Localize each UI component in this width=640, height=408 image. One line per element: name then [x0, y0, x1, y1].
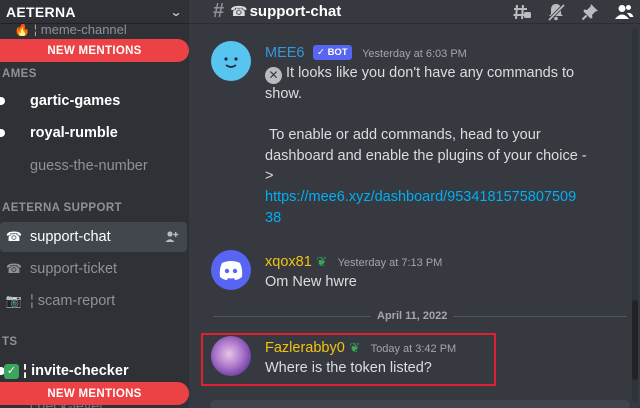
telephone-icon: ☎: [5, 229, 23, 244]
category-games[interactable]: AMES: [0, 68, 37, 80]
message-line: To enable or add commands, head to your: [269, 126, 541, 143]
message-input[interactable]: [210, 400, 630, 408]
pin-icon[interactable]: [580, 2, 600, 22]
mee6-face-icon: [224, 57, 238, 68]
telephone-icon: ☎: [5, 261, 23, 276]
bot-badge-label: BOT: [327, 47, 348, 58]
channel-title: support-chat: [249, 3, 342, 20]
channel-support-chat[interactable]: ☎ support-chat: [0, 222, 187, 252]
channel-label: support-chat: [30, 229, 111, 245]
chevron-down-icon[interactable]: ⌄: [169, 5, 182, 19]
channel-gartic-games[interactable]: gartic-games: [0, 86, 189, 116]
hashtag-icon: #: [213, 0, 225, 22]
threads-icon[interactable]: [512, 2, 532, 22]
channel-label: scam-report: [37, 293, 116, 309]
x-icon: ✕: [265, 67, 282, 84]
message-header: xqox81 ❦ Yesterday at 7:13 PM: [265, 253, 442, 271]
message-content: ✕ It looks like you don't have any comman…: [265, 63, 615, 229]
dashboard-link[interactable]: https://mee6.xyz/dashboard/9534181575807…: [265, 187, 615, 229]
channel-scam-report[interactable]: 📷 ¦ scam-report: [0, 286, 189, 316]
camera-icon: 📷: [5, 293, 23, 308]
channel-label: guess-the-number: [30, 158, 148, 174]
channel-support-ticket[interactable]: ☎ support-ticket: [0, 254, 189, 284]
server-name: AETERNA: [6, 3, 76, 20]
timestamp: Yesterday at 6:03 PM: [362, 48, 467, 60]
channel-header: # ☎ support-chat: [189, 0, 640, 24]
sprout-icon: ❦: [316, 254, 328, 269]
date-divider-label: April 11, 2022: [371, 310, 454, 322]
channel-label: meme-channel: [40, 24, 127, 36]
server-header[interactable]: AETERNA ⌄: [0, 0, 189, 24]
message-content: Om New hwre: [265, 274, 357, 290]
avatar[interactable]: [211, 250, 251, 290]
author-name[interactable]: MEE6: [265, 45, 305, 61]
bot-badge: ✓ BOT: [312, 45, 352, 60]
timestamp: Yesterday at 7:13 PM: [337, 257, 443, 269]
message-header: MEE6 ✓ BOT Yesterday at 6:03 PM: [265, 44, 467, 62]
channel-guess-the-number[interactable]: guess-the-number: [0, 151, 189, 181]
channel-label: gartic-games: [30, 93, 121, 109]
channel-meme-channel[interactable]: 🔥 ¦ meme-channel: [0, 24, 189, 36]
author-name[interactable]: xqox81: [265, 254, 312, 270]
message-line: It looks like you don't have any command…: [286, 65, 575, 81]
channel-label: support-ticket: [30, 261, 118, 277]
category-aeterna-support[interactable]: AETERNA SUPPORT: [0, 202, 122, 214]
scrollbar-thumb[interactable]: [632, 300, 638, 380]
mute-bell-icon[interactable]: [546, 2, 566, 22]
category-ts[interactable]: TS: [0, 336, 18, 348]
checkmark-icon: ✓: [4, 363, 19, 379]
link-text: https://mee6.xyz/dashboard/9534181575807…: [265, 189, 577, 206]
avatar[interactable]: [211, 41, 251, 81]
channel-sidebar: AETERNA ⌄ 🔥 ¦ meme-channel NEW MENTIONS …: [0, 0, 189, 408]
discord-logo-icon: [219, 261, 243, 280]
link-text: 38: [265, 209, 282, 226]
member-list-icon[interactable]: [614, 2, 634, 22]
message-line: show.: [265, 86, 303, 102]
channel-label: royal-rumble: [30, 125, 118, 141]
channel-royal-rumble[interactable]: royal-rumble: [0, 118, 189, 148]
message-line: dashboard and enable the plugins of your…: [265, 147, 587, 164]
new-mentions-button[interactable]: NEW MENTIONS: [0, 382, 189, 405]
telephone-icon: ☎: [230, 3, 248, 19]
channel-label: invite-checker: [31, 363, 129, 379]
header-toolbar: [512, 2, 634, 22]
invite-user-icon[interactable]: [165, 230, 179, 244]
new-mentions-button[interactable]: NEW MENTIONS: [0, 39, 189, 62]
message-line: >: [265, 168, 274, 185]
highlight-box: [201, 333, 496, 386]
